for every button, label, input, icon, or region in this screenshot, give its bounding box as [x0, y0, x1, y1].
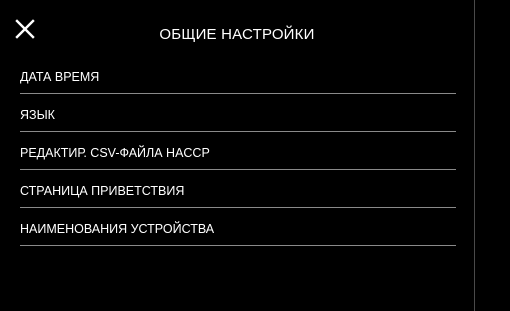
menu-item-language[interactable]: ЯЗЫК	[0, 94, 474, 132]
settings-menu: ДАТА ВРЕМЯ ЯЗЫК РЕДАКТИР. CSV-ФАЙЛА HACC…	[0, 56, 474, 246]
menu-item-device-names[interactable]: НАИМЕНОВАНИЯ УСТРОЙСТВА	[0, 208, 474, 246]
header: ОБЩИЕ НАСТРОЙКИ	[0, 0, 474, 56]
menu-item-label: ДАТА ВРЕМЯ	[20, 70, 100, 84]
divider	[20, 245, 456, 246]
menu-item-label: РЕДАКТИР. CSV-ФАЙЛА HACCP	[20, 146, 210, 160]
menu-item-label: НАИМЕНОВАНИЯ УСТРОЙСТВА	[20, 222, 215, 236]
menu-item-label: СТРАНИЦА ПРИВЕТСТВИЯ	[20, 184, 185, 198]
right-side-panel	[474, 0, 510, 311]
menu-item-welcome-page[interactable]: СТРАНИЦА ПРИВЕТСТВИЯ	[0, 170, 474, 208]
menu-item-date-time[interactable]: ДАТА ВРЕМЯ	[0, 56, 474, 94]
menu-item-haccp-csv[interactable]: РЕДАКТИР. CSV-ФАЙЛА HACCP	[0, 132, 474, 170]
menu-item-label: ЯЗЫК	[20, 108, 55, 122]
settings-panel: ОБЩИЕ НАСТРОЙКИ ДАТА ВРЕМЯ ЯЗЫК РЕДАКТИР…	[0, 0, 474, 311]
